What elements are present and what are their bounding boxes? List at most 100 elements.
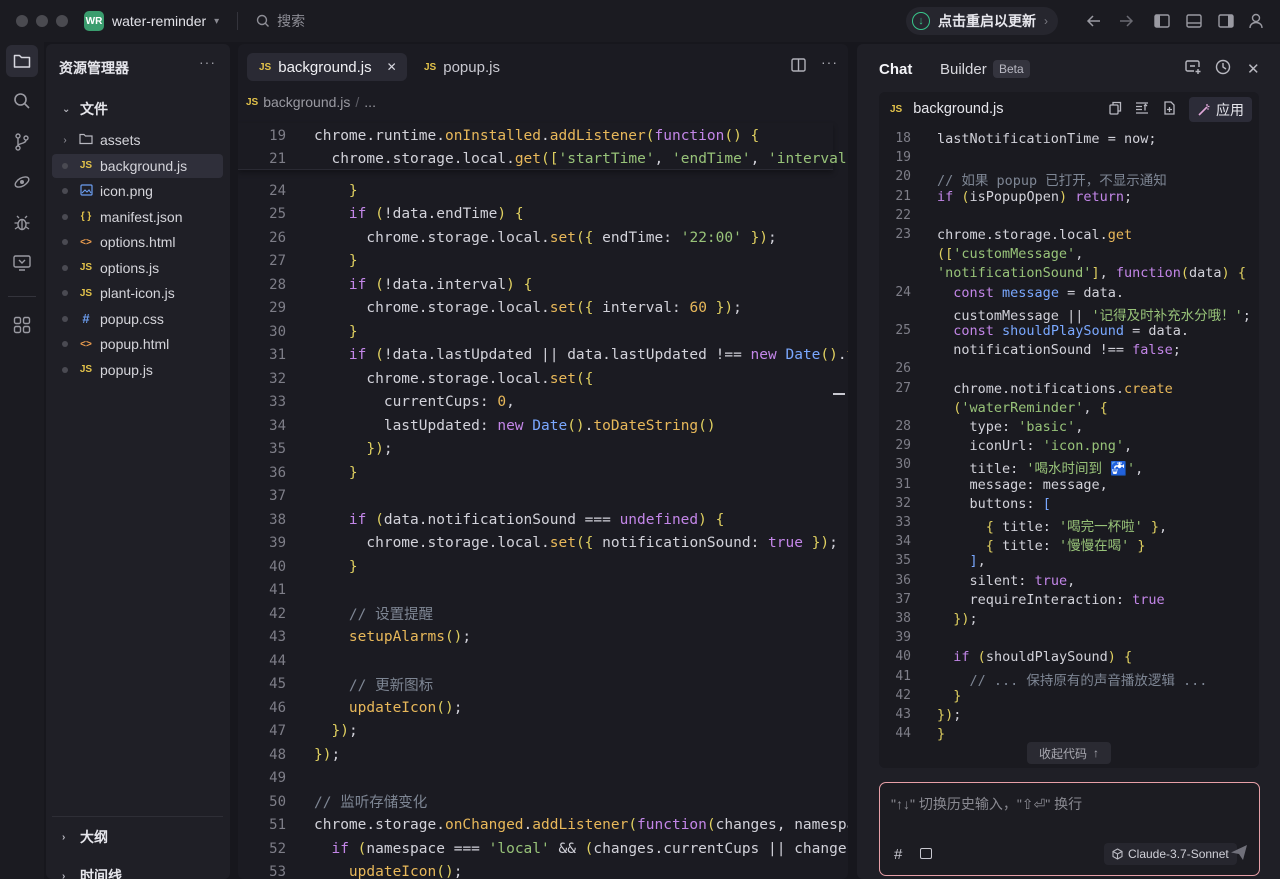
project-name[interactable]: water-reminder — [112, 13, 206, 29]
source-control-icon[interactable] — [6, 126, 38, 158]
sticky-code-line[interactable]: 21 chrome.storage.local.get(['startTime'… — [238, 147, 848, 170]
line-number: 29 — [269, 300, 286, 316]
code-line[interactable]: 25 if (!data.endTime) { — [238, 203, 833, 226]
forward-arrow-icon[interactable] — [1116, 11, 1136, 31]
file-tree-item[interactable]: JS plant-icon.js — [52, 281, 223, 305]
sticky-code-line[interactable]: 19 chrome.runtime.onInstalled.addListener… — [238, 124, 833, 147]
code-line[interactable]: 48}); — [238, 743, 833, 766]
more-icon[interactable]: ··· — [199, 54, 216, 70]
file-tree-item[interactable]: # popup.css — [52, 307, 223, 331]
history-icon[interactable] — [1215, 59, 1231, 79]
code-line[interactable]: 47 }); — [238, 720, 833, 743]
file-tree-item[interactable]: icon.png — [52, 179, 223, 203]
code-line[interactable]: 40 } — [238, 555, 833, 578]
code-line[interactable]: 52 if (namespace === 'local' && (changes… — [238, 837, 848, 860]
code-line[interactable]: 35 }); — [238, 438, 833, 461]
new-chat-icon[interactable] — [1185, 59, 1202, 79]
file-tree-item[interactable]: <> popup.html — [52, 332, 223, 356]
restart-update-button[interactable]: ↓ 点击重启以更新 › — [906, 7, 1058, 35]
code-line[interactable]: 38 if (data.notificationSound === undefi… — [238, 508, 833, 531]
code-line[interactable]: 53 updateIcon(); — [238, 861, 833, 879]
tab-background-js[interactable]: JS background.js ✕ — [247, 53, 407, 81]
divider — [237, 12, 239, 30]
collapse-code-button[interactable]: 收起代码 ↑ — [1027, 742, 1112, 764]
code-line[interactable]: 30 } — [238, 320, 833, 343]
model-selector[interactable]: Claude-3.7-Sonnet — [1104, 843, 1237, 865]
tab-chat[interactable]: Chat — [879, 61, 912, 78]
account-icon[interactable] — [1246, 11, 1266, 31]
code-line[interactable]: 34 lastUpdated: new Date().toDateString(… — [238, 414, 833, 437]
scrollbar-marker[interactable] — [833, 393, 845, 395]
code-text: // 如果 popup 已打开，不显示通知 — [937, 173, 1167, 190]
more-icon[interactable]: ··· — [821, 54, 838, 70]
outline-section-header[interactable]: › 大纲 — [62, 827, 108, 847]
code-line[interactable]: 51 chrome.storage.onChanged.addListener(f… — [238, 814, 848, 837]
file-tree-item[interactable]: JS options.js — [52, 256, 223, 280]
chat-input-box[interactable]: "↑↓" 切换历史输入，"⇧⏎" 换行 # Claude-3.7-Sonnet — [879, 782, 1260, 876]
copy-icon[interactable] — [1109, 101, 1122, 118]
magic-wand-icon — [1198, 103, 1210, 116]
code-line[interactable]: 46 updateIcon(); — [238, 696, 833, 719]
tab-builder[interactable]: Builder — [940, 61, 987, 78]
code-line[interactable]: 49 — [238, 767, 833, 790]
toggle-left-panel-icon[interactable] — [1152, 11, 1172, 31]
code-line[interactable]: 33 currentCups: 0, — [238, 391, 833, 414]
code-line[interactable]: 32 chrome.storage.local.set({ — [238, 367, 833, 390]
image-upload-icon[interactable] — [920, 848, 932, 859]
send-icon[interactable] — [1230, 844, 1248, 866]
hash-context-icon[interactable]: # — [894, 846, 902, 863]
close-icon[interactable]: ✕ — [387, 60, 397, 74]
new-file-icon[interactable] — [1163, 101, 1176, 118]
extensions-icon[interactable] — [6, 309, 38, 341]
apply-button[interactable]: 应用 — [1189, 97, 1252, 122]
outline-section-label: 大纲 — [80, 829, 108, 845]
line-number: 28 — [269, 276, 286, 293]
code-line[interactable]: 27 } — [238, 250, 833, 273]
file-tree-item[interactable]: › assets — [52, 128, 223, 152]
code-line[interactable]: 50 // 监听存储变化 — [238, 790, 833, 813]
file-tree-item[interactable]: JS background.js — [52, 153, 223, 178]
breadcrumb-rest[interactable]: ... — [364, 94, 376, 110]
code-line[interactable]: 42 // 设置提醒 — [238, 602, 833, 625]
code-line[interactable]: 41 — [238, 579, 833, 602]
code-line[interactable]: 44 — [238, 649, 833, 672]
back-arrow-icon[interactable] — [1084, 11, 1104, 31]
toggle-bottom-panel-icon[interactable] — [1184, 11, 1204, 31]
files-section-header[interactable]: ⌄ 文件 — [62, 99, 108, 119]
minimize-window-button[interactable] — [36, 15, 48, 27]
close-icon[interactable]: ✕ — [1247, 60, 1260, 78]
code-card-filename[interactable]: background.js — [913, 101, 1003, 117]
code-text: // 监听存储变化 — [314, 795, 428, 811]
toggle-right-panel-icon[interactable] — [1216, 11, 1236, 31]
remote-icon[interactable] — [6, 166, 38, 198]
zoom-window-button[interactable] — [56, 15, 68, 27]
file-tree-item[interactable]: { } manifest.json — [52, 205, 223, 229]
code-line[interactable]: 28 if (!data.interval) { — [238, 273, 833, 296]
tab-popup-js[interactable]: JS popup.js — [412, 53, 510, 81]
code-line[interactable]: 31 if (!data.lastUpdated || data.lastUpd… — [238, 344, 848, 367]
project-badge[interactable]: WR — [84, 11, 104, 31]
search-box[interactable]: 搜索 — [256, 11, 305, 31]
code-line[interactable]: 43 setupAlarms(); — [238, 626, 833, 649]
code-line[interactable]: 29 chrome.storage.local.set({ interval: … — [238, 297, 833, 320]
debug-bug-icon[interactable] — [6, 207, 38, 239]
explorer-icon[interactable] — [6, 45, 38, 77]
code-line[interactable]: 37 — [238, 485, 833, 508]
search-icon[interactable] — [6, 85, 38, 117]
preview-icon[interactable] — [6, 247, 38, 279]
code-line[interactable]: 24 } — [238, 179, 833, 202]
code-line[interactable]: 26 chrome.storage.local.set({ endTime: '… — [238, 226, 833, 249]
sticky-scroll-header[interactable]: 19 chrome.runtime.onInstalled.addListener… — [238, 123, 848, 170]
timeline-section-header[interactable]: › 时间线 — [62, 866, 122, 879]
split-editor-icon[interactable] — [791, 58, 806, 75]
chevron-down-icon[interactable]: ▾ — [214, 16, 219, 27]
code-line[interactable]: 45 // 更新图标 — [238, 673, 833, 696]
breadcrumb-file[interactable]: background.js — [263, 94, 350, 110]
code-line[interactable]: 36 } — [238, 461, 833, 484]
file-status-dot — [62, 341, 68, 347]
file-tree-item[interactable]: JS popup.js — [52, 358, 223, 382]
close-window-button[interactable] — [16, 15, 28, 27]
file-tree-item[interactable]: <> options.html — [52, 230, 223, 254]
insert-at-cursor-icon[interactable] — [1135, 101, 1149, 118]
code-line[interactable]: 39 chrome.storage.local.set({ notificati… — [238, 532, 838, 555]
